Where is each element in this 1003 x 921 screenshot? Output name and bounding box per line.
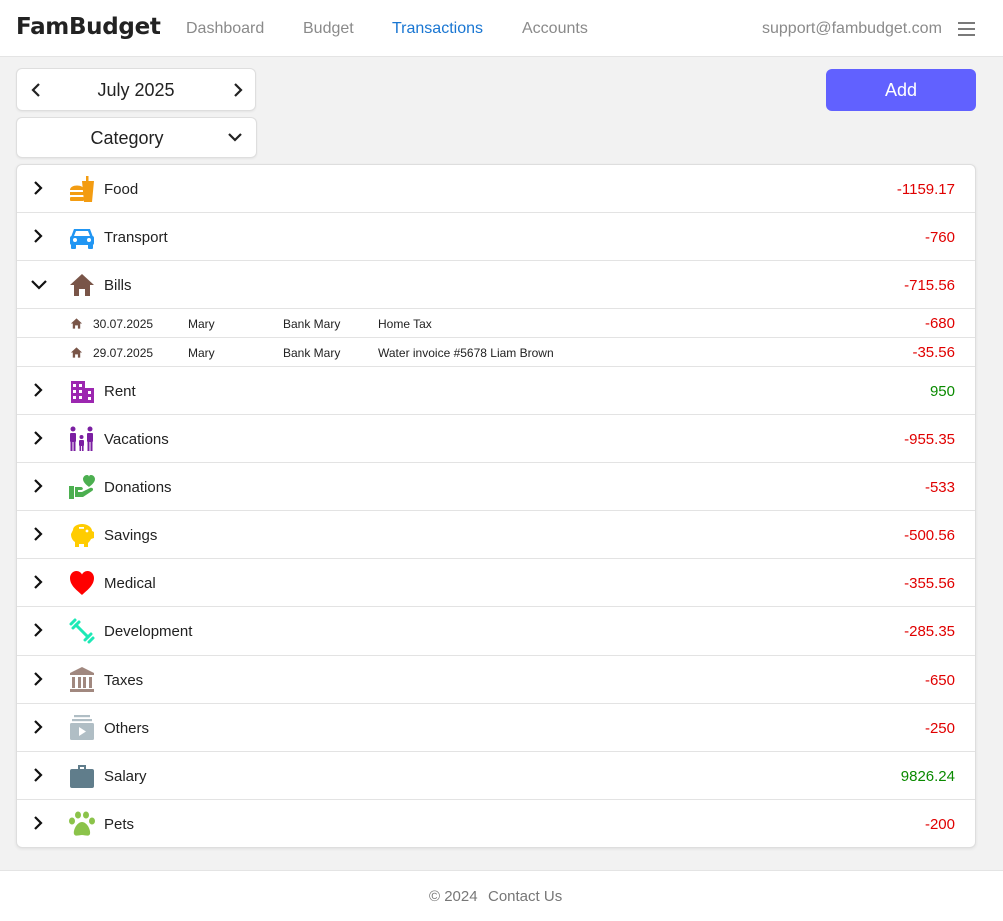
chevron-right-icon[interactable] [31,672,45,686]
category-name: Development [104,623,193,640]
category-amount: -955.35 [904,431,955,448]
transaction-member: Mary [188,317,215,331]
category-name: Medical [104,575,156,592]
home-icon [70,274,94,296]
top-nav: FamBudget Dashboard Budget Transactions … [0,0,1003,57]
category-row-bills[interactable]: Bills -715.56 [17,261,975,309]
transaction-date: 29.07.2025 [93,346,154,360]
hamburger-menu-icon[interactable] [958,21,975,37]
transaction-amount: -680 [924,315,955,332]
nav-budget[interactable]: Budget [303,20,354,38]
brand-logo[interactable]: FamBudget [16,14,161,40]
home-icon [70,347,83,358]
category-name: Bills [104,277,132,294]
category-row-others[interactable]: Others -250 [17,704,975,752]
fastfood-icon [70,176,94,202]
category-amount: -355.56 [904,575,955,592]
category-name: Savings [104,527,158,544]
category-name: Donations [104,479,172,496]
chevron-down-icon[interactable] [31,277,47,291]
home-icon [70,318,83,329]
category-amount: -715.56 [904,277,955,294]
current-month: July 2025 [97,80,175,100]
transaction-amount: -35.56 [912,344,955,361]
category-amount: -285.35 [904,623,955,640]
category-amount: -500.56 [904,527,955,544]
building-icon [71,381,94,403]
transaction-description: Home Tax [378,317,432,331]
chevron-right-icon[interactable] [31,816,45,830]
category-amount: -760 [924,229,955,246]
footer: © 2024 Contact Us [0,870,1003,921]
category-row-salary[interactable]: Salary 9826.24 [17,752,975,800]
category-row-development[interactable]: Development -285.35 [17,607,975,656]
category-name: Taxes [104,672,144,689]
piggy-bank-icon [71,524,94,547]
car-icon [70,229,94,249]
month-selector: July 2025 [16,68,256,111]
category-row-donations[interactable]: Donations -533 [17,463,975,511]
nav-transactions[interactable]: Transactions [392,20,483,38]
category-row-vacations[interactable]: Vacations -955.35 [17,415,975,463]
footer-copyright: © 2024 [429,888,478,905]
chevron-right-icon[interactable] [31,623,45,637]
dumbbell-icon [69,618,95,644]
transaction-description: Water invoice #5678 Liam Brown [378,346,554,360]
category-amount: -1159.17 [896,181,955,198]
category-row-pets[interactable]: Pets -200 [17,800,975,848]
chevron-right-icon[interactable] [231,82,245,98]
category-row-food[interactable]: Food -1159.17 [17,165,975,213]
category-name: Others [104,720,150,737]
category-row-rent[interactable]: Rent 950 [17,367,975,415]
category-row-savings[interactable]: Savings -500.56 [17,511,975,559]
category-name: Salary [104,768,147,785]
contact-us-link[interactable]: Contact Us [488,888,562,905]
category-name: Pets [104,816,135,833]
transaction-account: Bank Mary [283,317,341,331]
category-name: Transport [104,229,168,246]
category-row-taxes[interactable]: Taxes -650 [17,656,975,704]
chevron-right-icon[interactable] [31,768,45,782]
category-name: Rent [104,383,136,400]
category-amount: -650 [924,672,955,689]
category-amount: 9826.24 [900,768,955,785]
bank-icon [70,667,94,692]
category-amount: -250 [924,720,955,737]
transactions-table: Food -1159.17 Transport -760 Bills -715.… [16,164,976,848]
chevron-right-icon[interactable] [31,527,45,541]
category-amount: 950 [929,383,955,400]
category-row-medical[interactable]: Medical -355.56 [17,559,975,607]
chevron-right-icon[interactable] [31,575,45,589]
category-amount: -533 [924,479,955,496]
transaction-row[interactable]: 30.07.2025 Mary Bank Mary Home Tax -680 [17,309,975,338]
chevron-down-icon [228,133,242,142]
category-name: Vacations [104,431,169,448]
briefcase-icon [70,765,94,788]
chevron-right-icon[interactable] [31,720,45,734]
transaction-account: Bank Mary [283,346,341,360]
chevron-right-icon[interactable] [31,383,45,397]
heart-hand-icon [69,475,95,499]
group-by-select[interactable]: Category [16,117,257,158]
family-icon [70,426,93,451]
chevron-right-icon[interactable] [31,431,45,445]
add-transaction-button[interactable]: Add [826,69,976,111]
transaction-date: 30.07.2025 [93,317,154,331]
nav-accounts[interactable]: Accounts [522,20,588,38]
heart-icon [70,571,94,595]
chevron-right-icon[interactable] [31,229,45,243]
category-name: Food [104,181,139,198]
category-row-transport[interactable]: Transport -760 [17,213,975,261]
group-by-value: Category [90,128,164,148]
category-amount: -200 [924,816,955,833]
chevron-right-icon[interactable] [31,479,45,493]
transaction-row[interactable]: 29.07.2025 Mary Bank Mary Water invoice … [17,338,975,367]
nav-dashboard[interactable]: Dashboard [186,20,264,38]
transaction-member: Mary [188,346,215,360]
paw-icon [69,811,95,836]
chevron-right-icon[interactable] [31,181,45,195]
support-email[interactable]: support@fambudget.com [762,20,942,38]
media-stack-icon [70,715,94,740]
